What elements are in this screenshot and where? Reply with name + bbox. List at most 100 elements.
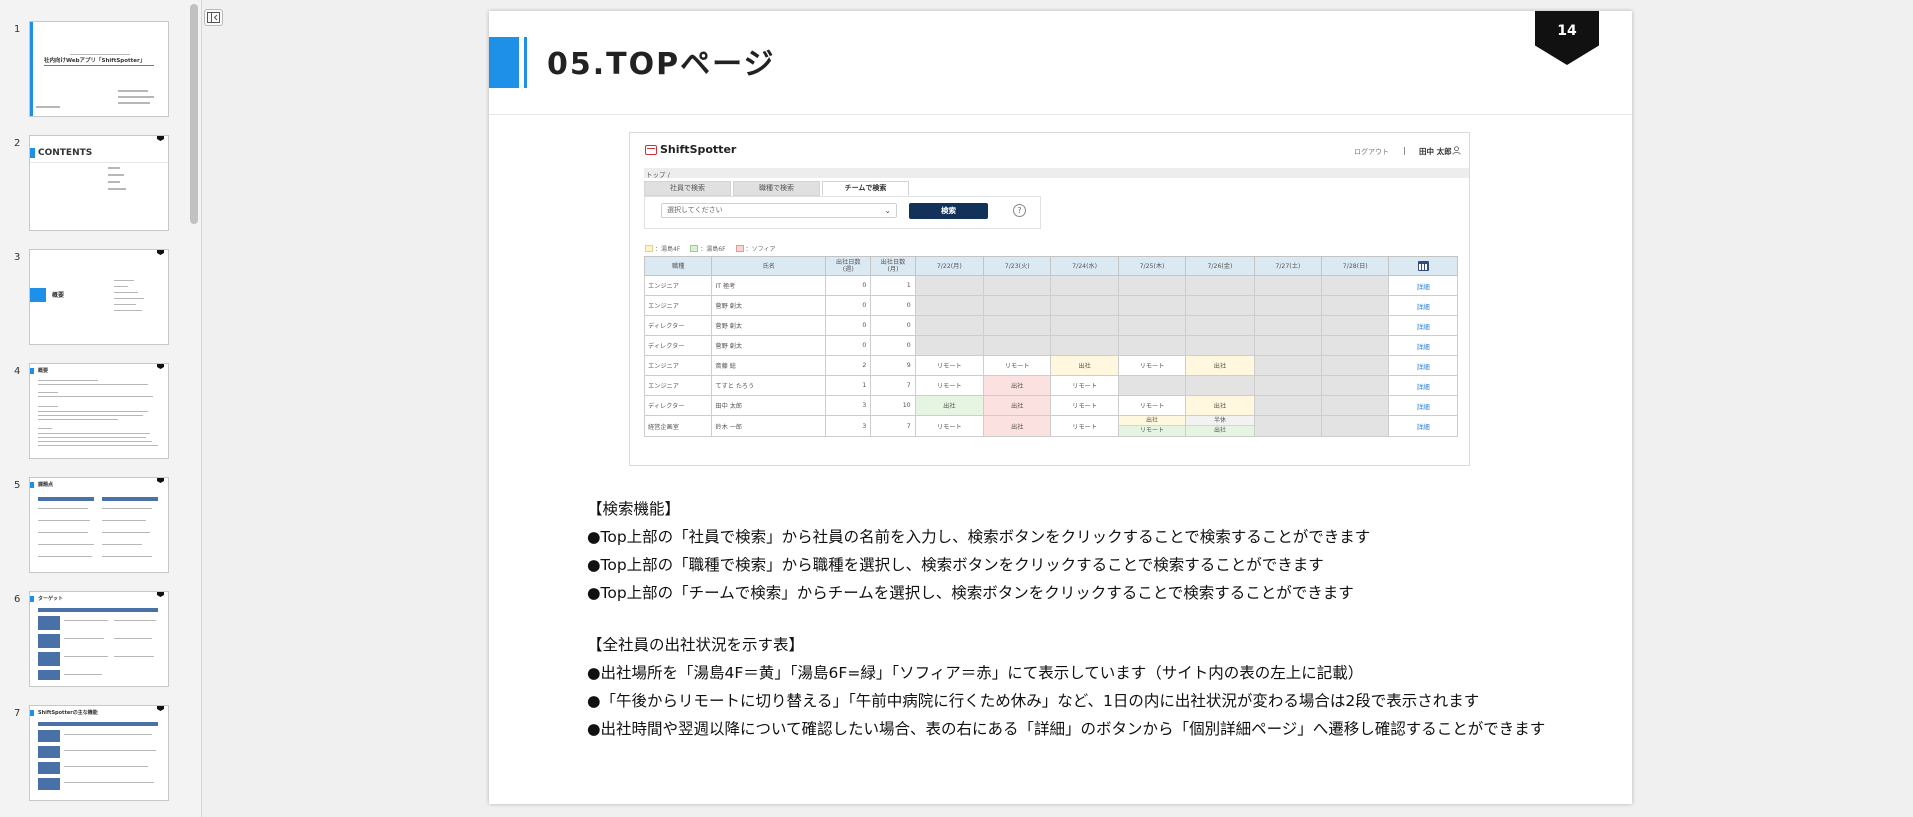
location-legend: ：湯島4F ：湯島6F ：ソフィア [645,244,775,253]
thumbnail-scrollbar[interactable] [190,4,198,224]
cell-days-month: 0 [870,315,916,336]
cell-day-split: 半休 出社 [1185,415,1255,437]
team-select-placeholder: 選択してください [667,206,723,214]
legend-item-sophia: ：ソフィア [735,244,775,253]
thumbnail-slide-4[interactable]: 概要 [29,363,169,459]
legend-item-yushima-6f: ：湯島6F [690,244,726,253]
cell-days-month: 10 [870,395,916,416]
thumbnail-row-1[interactable]: 1 社内向けWebアプリ「ShiftSpotter」 [0,21,180,117]
cell-day [1321,415,1390,437]
header-text-line: (月) [887,266,899,273]
thumbnail-slide-7[interactable]: ShiftSpotterの主な機能 [29,705,169,801]
panel-toggle-icon[interactable] [204,9,223,26]
cell-role: エンジニア [643,355,713,376]
thumbnail-row-2[interactable]: 2 CONTENTS [0,135,180,231]
cell-day [1185,275,1255,296]
cell-name: 鈴木 一郎 [711,415,827,437]
search-button: 検索 [909,203,988,219]
search-heading: 【検索機能】 [587,500,681,518]
cell-day [1185,295,1255,316]
header-text-line: (週) [842,266,854,273]
thumbnail-title: 概要 [38,368,49,374]
cell-day [1050,275,1119,296]
cell-day-bottom: 出社 [1186,426,1254,436]
tab-search-by-team: チームで検索 [822,181,909,196]
chevron-down-icon: ⌄ [884,206,891,215]
cell-day: 出社 [983,395,1052,416]
thumbnail-row-7[interactable]: 7 ShiftSpotterの主な機能 [0,705,180,801]
thumbnail-slide-5[interactable]: 課題点 [29,477,169,573]
thumbnail-number: 4 [14,366,21,377]
thumbnail-row-5[interactable]: 5 課題点 [0,477,180,573]
detail-link: 詳細 [1388,375,1458,396]
cell-days-week: 3 [825,395,872,416]
table-row: エンジニア 斎藤 総 2 9 リモート リモート 出社 リモート 出社 詳細 [643,355,1458,376]
cell-day [1321,395,1390,416]
table-row: エンジニア IT 極考 0 1 詳細 [643,275,1458,296]
cell-day [1253,355,1323,376]
cell-name: 菅野 創太 [711,315,827,336]
table-item: ●出社時間や翌週以降について確認したい場合、表の右にある「詳細」のボタンから「個… [587,720,1546,738]
table-row: ディレクター 田中 太郎 3 10 出社 出社 リモート リモート 出社 詳細 [643,395,1458,416]
cell-name: 菅野 創太 [711,295,827,316]
search-item: ●Top上部の「社員で検索」から社員の名前を入力し、検索ボタンをクリックすること… [587,528,1371,546]
cell-name: てすと たろう [711,375,827,396]
cell-day [1117,275,1187,296]
title-accent-rule [524,37,527,88]
help-icon: ? [1013,204,1026,217]
app-logo-text: ShiftSpotter [660,143,737,156]
cell-day: リモート [914,415,985,437]
page-number: 14 [1557,23,1577,39]
thumbnail-row-6[interactable]: 6 ターゲット [0,591,180,687]
title-accent-block [489,37,519,88]
header-calendar [1388,256,1458,276]
app-logo: ShiftSpotter [645,143,736,156]
tab-search-by-employee: 社員で検索 [644,181,731,196]
thumbnail-slide-6[interactable]: ターゲット [29,591,169,687]
breadcrumb: トップ / [646,171,670,179]
cell-days-week: 1 [825,375,872,396]
cell-day: 出社 [983,415,1052,437]
detail-link: 詳細 [1388,355,1458,376]
cell-role: ディレクター [643,315,713,336]
cell-day: リモート [983,355,1052,376]
cell-day: リモート [914,355,985,376]
table-header-row: 職種 氏名 出社日数 (週) 出社日数 (月) 7/22(月) 7/23(火) 7/… [643,256,1458,276]
detail-link: 詳細 [1388,415,1458,437]
cell-day: リモート [1050,395,1119,416]
header-role: 職種 [643,256,713,276]
cell-role: ディレクター [643,335,713,356]
thumbnail-title: ターゲット [38,596,64,602]
cell-day: リモート [1117,355,1187,376]
cell-day [914,335,985,356]
cell-day [1253,315,1323,336]
cell-day [983,275,1052,296]
cell-day [1253,275,1323,296]
thumbnail-number: 5 [14,480,21,491]
thumbnail-slide-1[interactable]: 社内向けWebアプリ「ShiftSpotter」 [29,21,169,117]
header-separator: | [1403,146,1406,155]
cell-name: 菅野 創太 [711,335,827,356]
thumbnail-number: 3 [14,252,21,263]
thumbnail-title: CONTENTS [38,148,93,158]
cell-day: 出社 [983,375,1052,396]
cell-day [1117,375,1187,396]
legend-label: ：湯島4F [655,246,681,253]
cell-day [914,295,985,316]
cell-role: エンジニア [643,295,713,316]
header-date: 7/28(日) [1321,256,1390,276]
cell-day [1253,415,1323,437]
thumbnail-slide-3[interactable]: 概要 [29,249,169,345]
cell-days-week: 0 [825,275,872,296]
thumbnail-row-4[interactable]: 4 概要 [0,363,180,459]
header-text-line: 出社日数 [880,259,906,266]
thumbnail-slide-2[interactable]: CONTENTS [29,135,169,231]
calendar-icon [1417,261,1429,271]
cell-day [1321,315,1390,336]
cell-role: 経営企画室 [643,415,713,437]
cell-day: 出社 [1050,355,1119,376]
header-divider [489,114,1632,115]
detail-link: 詳細 [1388,395,1458,416]
thumbnail-row-3[interactable]: 3 概要 [0,249,180,345]
description: 【検索機能】 ●Top上部の「社員で検索」から社員の名前を入力し、検索ボタンをク… [587,495,1587,743]
